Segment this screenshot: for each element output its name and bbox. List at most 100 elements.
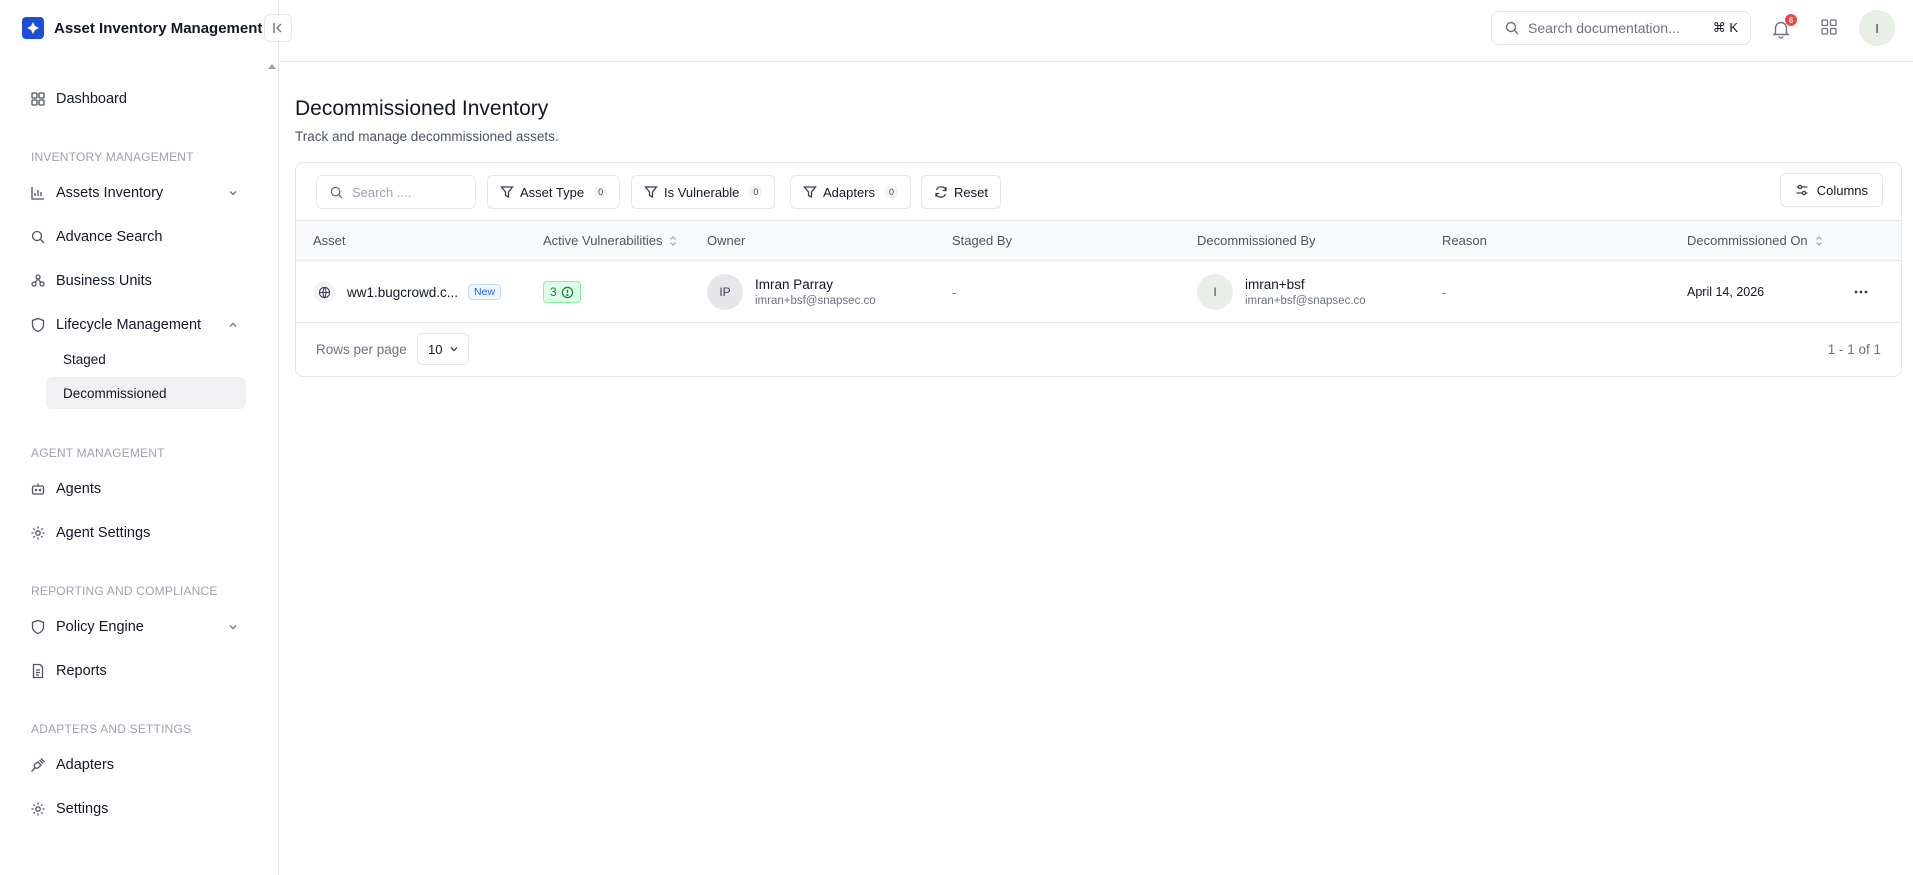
decommissioned-by-name: imran+bsf (1245, 277, 1305, 292)
column-header-active-vulnerabilities[interactable]: Active Vulnerabilities (543, 233, 678, 248)
decommissioned-on-cell: April 14, 2026 (1687, 285, 1765, 299)
alert-circle-icon (561, 286, 573, 298)
chevron-down-icon (229, 191, 237, 196)
column-header-decommissioned-by[interactable]: Decommissioned By (1197, 233, 1316, 248)
bot-icon (31, 483, 45, 495)
filter-count: 0 (594, 186, 608, 198)
chevron-down-icon (451, 347, 458, 352)
chevron-down-icon (229, 625, 237, 630)
filter-is-vulnerable-button[interactable]: Is Vulnerable 0 (631, 175, 776, 209)
sidebar-item-label: Dashboard (56, 91, 127, 107)
filter-label: Adapters (823, 184, 876, 200)
pagination-info: 1 - 1 of 1 (1827, 342, 1881, 357)
table-header: Asset Active Vulnerabilities Owner Stage… (296, 220, 1901, 261)
staged-by-cell: - (952, 284, 957, 300)
sidebar-item-agents[interactable]: Agents (30, 477, 240, 501)
page-subtitle: Track and manage decommissioned assets. (295, 129, 559, 144)
sort-icon (670, 235, 677, 246)
sidebar-item-label: Settings (56, 801, 109, 817)
filter-count: 0 (749, 186, 763, 198)
decommissioned-by-email: imran+bsf@snapsec.co (1245, 295, 1366, 307)
sidebar-scroll-up-icon[interactable] (268, 64, 276, 69)
sliders-icon (1796, 184, 1808, 196)
sidebar: Asset Inventory Management Dashboard INV… (0, 0, 292, 875)
sidebar-item-label: Adapters (56, 757, 115, 773)
search-icon (1505, 21, 1519, 35)
sidebar-item-dashboard[interactable]: Dashboard (30, 87, 240, 111)
app-logo-icon (22, 17, 44, 39)
search-icon (330, 186, 343, 199)
apps-grid-icon[interactable] (1820, 18, 1838, 36)
new-badge: New (468, 284, 502, 300)
asset-name[interactable]: ww1.bugcrowd.c... (347, 285, 458, 300)
sidebar-item-label: Reports (56, 663, 107, 679)
filter-label: Asset Type (520, 184, 585, 200)
shield-icon (31, 317, 45, 333)
page-title: Decommissioned Inventory (295, 97, 549, 120)
sidebar-item-label: Agents (56, 481, 102, 497)
column-header-reason[interactable]: Reason (1442, 233, 1487, 248)
brand[interactable]: Asset Inventory Management (22, 16, 262, 40)
rows-per-page-label: Rows per page (316, 342, 407, 357)
owner-name: Imran Parray (755, 277, 834, 292)
sidebar-item-assets-inventory[interactable]: Assets Inventory (30, 181, 240, 205)
sidebar-item-decommissioned[interactable]: Decommissioned (46, 377, 246, 409)
column-header-decommissioned-on[interactable]: Decommissioned On (1687, 233, 1824, 248)
columns-label: Columns (1816, 182, 1868, 198)
sidebar-item-business-units[interactable]: Business Units (30, 269, 240, 293)
dashboard-icon (31, 92, 45, 106)
sidebar-item-agent-settings[interactable]: Agent Settings (30, 521, 240, 545)
section-label-agent: AGENT MANAGEMENT (31, 446, 165, 460)
sidebar-item-advance-search[interactable]: Advance Search (30, 225, 240, 249)
table-search-input[interactable] (352, 184, 462, 200)
sidebar-item-settings[interactable]: Settings (30, 797, 240, 821)
owner-email: imran+bsf@snapsec.co (755, 295, 876, 307)
search-icon (31, 230, 45, 244)
asset-cell[interactable]: ww1.bugcrowd.c... New (313, 261, 502, 323)
sidebar-item-label: Business Units (56, 273, 152, 289)
sort-icon (1815, 235, 1822, 246)
chart-icon (31, 187, 44, 200)
rows-per-page-select[interactable]: 10 (417, 333, 469, 365)
table-search[interactable] (316, 175, 476, 209)
documentation-search-placeholder: Search documentation... (1528, 20, 1680, 36)
section-label-adapters: ADAPTERS AND SETTINGS (31, 722, 192, 736)
owner-cell: IP Imran Parray imran+bsf@snapsec.co (707, 261, 876, 323)
sidebar-item-label: Agent Settings (56, 525, 151, 541)
decommissioned-table-card: Asset Type 0 Is Vulnerable 0 Adapters 0 … (295, 162, 1902, 377)
user-avatar[interactable]: I (1859, 10, 1895, 46)
documentation-search[interactable]: Search documentation... ⌘ K (1491, 11, 1751, 45)
column-header-staged-by[interactable]: Staged By (952, 233, 1012, 248)
decommissioned-by-avatar: I (1197, 274, 1233, 310)
sidebar-item-lifecycle-management[interactable]: Lifecycle Management (30, 313, 240, 337)
chevron-up-icon (229, 322, 237, 327)
sidebar-item-adapters[interactable]: Adapters (30, 753, 240, 777)
shield-icon (31, 619, 45, 635)
filter-adapters-button[interactable]: Adapters 0 (790, 175, 912, 209)
more-horizontal-icon[interactable] (1852, 283, 1870, 301)
globe-icon (313, 281, 335, 303)
table-row[interactable]: ww1.bugcrowd.c... New 3 IP Imran Parray … (296, 261, 1901, 323)
filter-icon (803, 186, 817, 199)
reset-button[interactable]: Reset (921, 175, 1001, 209)
column-header-asset[interactable]: Asset (313, 233, 346, 248)
app-title: Asset Inventory Management (54, 19, 263, 37)
columns-button[interactable]: Columns (1779, 173, 1883, 207)
vulnerability-count-badge[interactable]: 3 (543, 281, 581, 303)
filter-icon (644, 186, 658, 199)
filter-asset-type-button[interactable]: Asset Type 0 (487, 175, 621, 209)
reason-cell: - (1442, 284, 1447, 300)
sidebar-item-reports[interactable]: Reports (30, 659, 240, 683)
decommissioned-by-cell: I imran+bsf imran+bsf@snapsec.co (1197, 261, 1366, 323)
plug-icon (31, 758, 45, 772)
search-shortcut: ⌘ K (1712, 20, 1738, 35)
sidebar-item-staged[interactable]: Staged (46, 343, 246, 375)
notification-badge: 6 (1785, 14, 1797, 26)
document-icon (32, 663, 44, 679)
gear-icon (31, 526, 45, 540)
section-label-reporting: REPORTING AND COMPLIANCE (31, 584, 218, 598)
sidebar-item-policy-engine[interactable]: Policy Engine (30, 615, 240, 639)
sidebar-item-label: Assets Inventory (56, 185, 164, 201)
row-actions-cell[interactable] (1852, 261, 1870, 323)
column-header-owner[interactable]: Owner (707, 233, 745, 248)
